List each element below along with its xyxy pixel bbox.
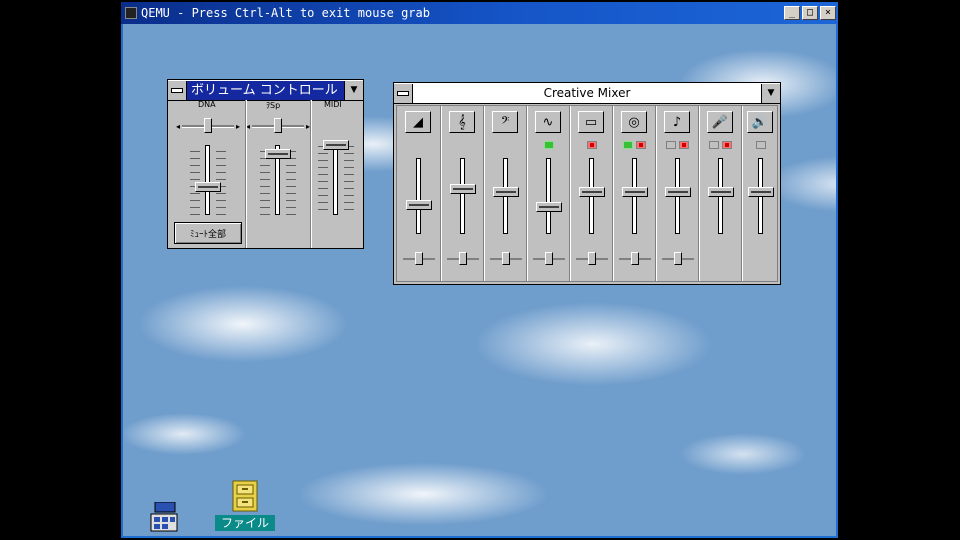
balance-thumb[interactable] [274,118,282,133]
master-volume-icon[interactable]: ◢ [405,111,431,133]
channel-pan-slider[interactable] [662,252,694,266]
volume-control-title: ボリューム コントロール [187,80,344,100]
channel-volume-thumb[interactable] [748,187,774,197]
system-menu-button[interactable] [394,83,413,103]
guest-desktop[interactable]: ボリューム コントロール ▼ DNA ｦSp MIDI ◂ ▸ ◂ ▸ ﾐｭｰﾄ… [123,24,836,536]
bass-icon[interactable]: 𝄢 [492,111,518,133]
midi-icon[interactable]: ♪ [664,111,690,133]
volume-slider-midi[interactable] [318,140,354,215]
qemu-title: QEMU - Press Ctrl-Alt to exit mouse grab [141,6,430,20]
creative-mixer-window: Creative Mixer ▼ ◢ 𝄞 𝄢 ∿ ▭ ◎ ♪ 🎤 🔊 [393,82,781,285]
channel-pan-slider[interactable] [533,252,565,266]
channel-volume-thumb[interactable] [622,187,648,197]
mixer-channel: 🔊 [739,106,782,281]
volume-control-window: ボリューム コントロール ▼ DNA ｦSp MIDI ◂ ▸ ◂ ▸ ﾐｭｰﾄ… [167,79,364,249]
mixer-channel: 𝄞 [441,106,484,281]
channel-volume-slider[interactable] [703,158,739,234]
mixer-channel: ▭ [570,106,613,281]
channel-pan-slider[interactable] [403,252,435,266]
mute-led[interactable] [636,141,646,149]
channel-volume-slider[interactable] [743,158,779,234]
volume-thumb[interactable] [323,140,349,150]
column-separator [310,100,311,248]
mute-led[interactable] [755,141,766,149]
channel-volume-thumb[interactable] [579,187,605,197]
channel-volume-thumb[interactable] [450,184,476,194]
channel-volume-thumb[interactable] [708,187,734,197]
channel-volume-slider[interactable] [488,158,524,234]
record-led[interactable] [623,141,633,149]
channel-pan-slider[interactable] [447,252,479,266]
column-label-sp: ｦSp [266,101,281,110]
balance-thumb[interactable] [204,118,212,133]
close-button[interactable]: × [820,6,836,20]
channel-volume-slider[interactable] [574,158,610,234]
channel-volume-slider[interactable] [401,158,437,234]
mixer-channel: 𝄢 [484,106,527,281]
microphone-icon[interactable]: 🎤 [707,111,733,133]
system-menu-button[interactable] [168,80,187,100]
channel-volume-thumb[interactable] [406,200,432,210]
record-led[interactable] [543,141,554,149]
column-separator [245,100,246,248]
maximize-button[interactable]: □ [802,6,818,20]
balance-slider-sp[interactable]: ◂ ▸ [246,117,310,135]
mute-led[interactable] [679,141,689,149]
desktop-icon-label: ファイル [215,515,276,531]
mixer-channel: ♪ [656,106,699,281]
creative-mixer-title-bar[interactable]: Creative Mixer ▼ [394,83,780,104]
desktop-icon-file[interactable]: ファイル [215,480,276,531]
qemu-title-bar[interactable]: QEMU - Press Ctrl-Alt to exit mouse grab… [121,2,838,24]
channel-volume-slider[interactable] [660,158,696,234]
channel-volume-thumb[interactable] [493,187,519,197]
channel-volume-thumb[interactable] [665,187,691,197]
mute-led[interactable] [722,141,732,149]
record-led[interactable] [709,141,719,149]
minimize-button[interactable]: _ [784,6,800,20]
channel-pan-slider[interactable] [576,252,608,266]
channel-volume-slider[interactable] [617,158,653,234]
file-cabinet-icon [232,480,258,512]
mixer-channel: 🎤 [699,106,742,281]
qemu-window: QEMU - Press Ctrl-Alt to exit mouse grab… [121,2,838,538]
volume-control-dropdown-button[interactable]: ▼ [344,80,363,100]
column-label-midi: MIDI [324,100,342,109]
treble-icon[interactable]: 𝄞 [449,111,475,133]
volume-slider-dna[interactable] [190,145,226,215]
mute-all-button[interactable]: ﾐｭｰﾄ全部 [174,222,242,244]
volume-slider-sp[interactable] [260,145,296,215]
program-group-icon [150,501,178,532]
balance-slider-dna[interactable]: ◂ ▸ [176,117,240,135]
creative-mixer-title: Creative Mixer [543,86,631,100]
mixer-channel: ◢ [397,106,440,281]
channel-pan-slider[interactable] [490,252,522,266]
volume-thumb[interactable] [195,182,221,192]
wave-icon[interactable]: ∿ [535,111,561,133]
cd-icon[interactable]: ◎ [621,111,647,133]
mixer-channels: ◢ 𝄞 𝄢 ∿ ▭ ◎ ♪ 🎤 🔊 [396,105,778,282]
pc-speaker-icon[interactable]: 🔊 [747,111,773,133]
mixer-channel: ∿ [527,106,570,281]
channel-volume-slider[interactable] [531,158,567,234]
qemu-app-icon [125,7,137,19]
channel-volume-thumb[interactable] [536,202,562,212]
creative-mixer-dropdown-button[interactable]: ▼ [761,83,780,103]
desktop-icon-program-group[interactable] [149,501,179,535]
channel-pan-slider[interactable] [619,252,651,266]
column-label-dna: DNA [198,100,216,109]
channel-volume-slider[interactable] [445,158,481,234]
line-in-icon[interactable]: ▭ [578,111,604,133]
volume-thumb[interactable] [265,149,291,159]
record-led[interactable] [666,141,676,149]
volume-control-title-bar[interactable]: ボリューム コントロール ▼ [168,80,363,101]
mute-led[interactable] [586,141,597,149]
mixer-channel: ◎ [613,106,656,281]
